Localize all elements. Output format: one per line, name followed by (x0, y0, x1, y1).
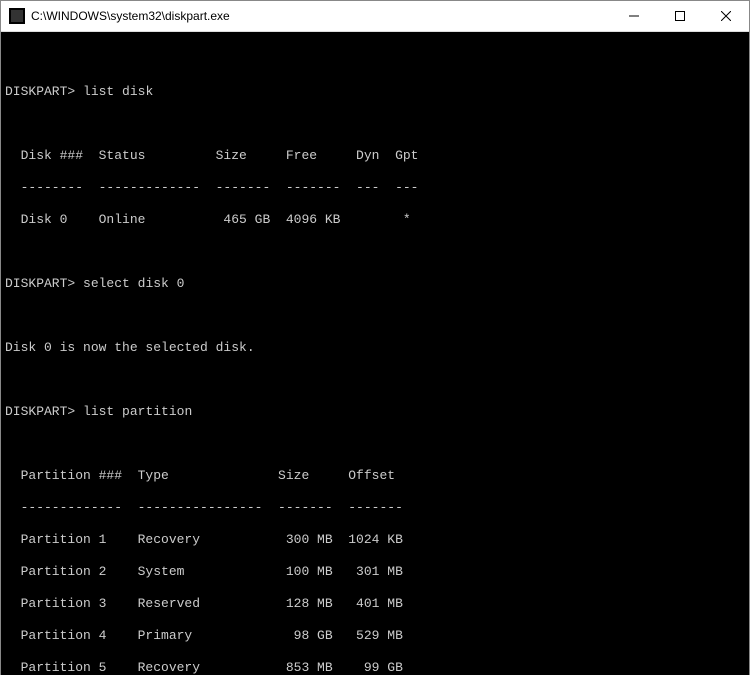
window-title: C:\WINDOWS\system32\diskpart.exe (31, 9, 611, 23)
window-controls (611, 1, 749, 31)
blank-line (5, 372, 745, 388)
blank-line (5, 308, 745, 324)
partition-table-row: Partition 1 Recovery 300 MB 1024 KB (5, 532, 745, 548)
output-line: Disk 0 is now the selected disk. (5, 340, 745, 356)
partition-table-row: Partition 2 System 100 MB 301 MB (5, 564, 745, 580)
close-button[interactable] (703, 1, 749, 31)
prompt-line: DISKPART> select disk 0 (5, 276, 745, 292)
partition-table-row: Partition 4 Primary 98 GB 529 MB (5, 628, 745, 644)
partition-table-row: Partition 5 Recovery 853 MB 99 GB (5, 660, 745, 675)
disk-table-row: Disk 0 Online 465 GB 4096 KB * (5, 212, 745, 228)
prompt-line: DISKPART> list disk (5, 84, 745, 100)
partition-table-header: Partition ### Type Size Offset (5, 468, 745, 484)
terminal-output[interactable]: DISKPART> list disk Disk ### Status Size… (1, 32, 749, 675)
disk-table-header: Disk ### Status Size Free Dyn Gpt (5, 148, 745, 164)
maximize-button[interactable] (657, 1, 703, 31)
window-titlebar: C:\WINDOWS\system32\diskpart.exe (1, 1, 749, 32)
blank-line (5, 244, 745, 260)
blank-line (5, 116, 745, 132)
app-icon (9, 8, 25, 24)
partition-table-row: Partition 3 Reserved 128 MB 401 MB (5, 596, 745, 612)
blank-line (5, 436, 745, 452)
partition-table-divider: ------------- ---------------- ------- -… (5, 500, 745, 516)
blank-line (5, 52, 745, 68)
disk-table-divider: -------- ------------- ------- ------- -… (5, 180, 745, 196)
minimize-button[interactable] (611, 1, 657, 31)
prompt-line: DISKPART> list partition (5, 404, 745, 420)
